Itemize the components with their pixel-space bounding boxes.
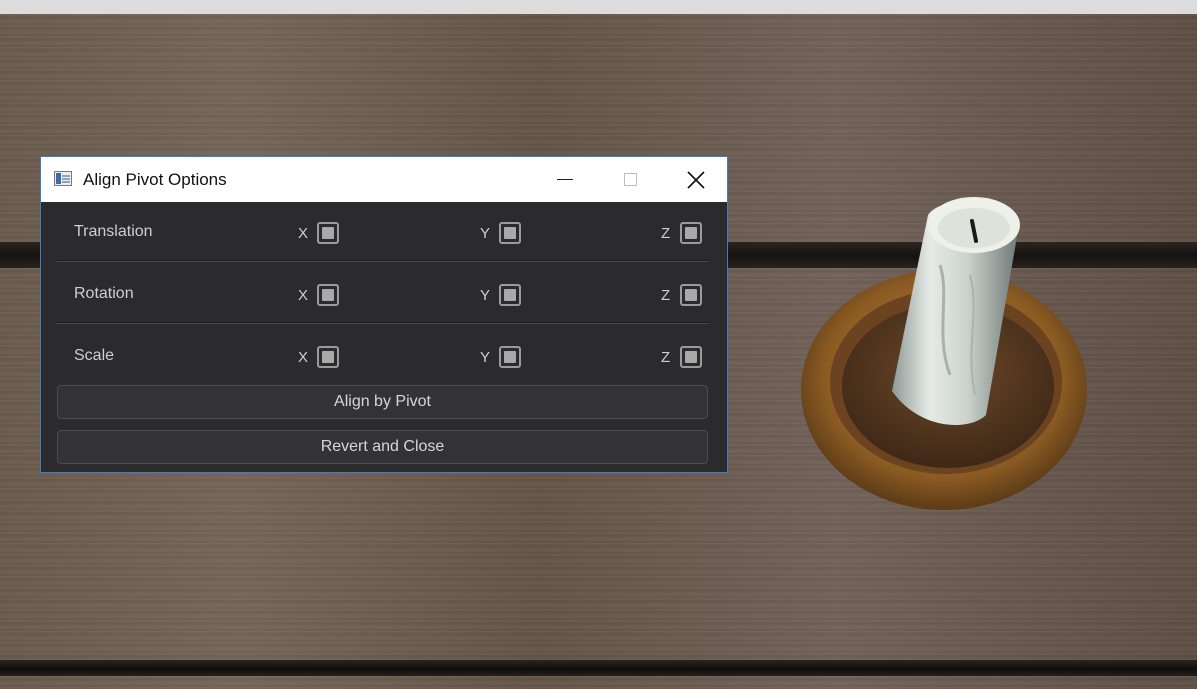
checkbox-fill xyxy=(685,227,697,239)
minimize-icon xyxy=(557,178,573,181)
wood-plank xyxy=(0,676,1197,689)
axis-y-label: Y xyxy=(480,286,491,304)
app-window-icon xyxy=(54,171,72,186)
translation-y-option[interactable]: Y xyxy=(480,222,521,244)
rotation-z-option[interactable]: Z xyxy=(661,284,702,306)
scale-x-option[interactable]: X xyxy=(298,346,339,368)
scale-row: Scale X Y Z xyxy=(41,336,727,376)
scale-x-checkbox[interactable] xyxy=(317,346,339,368)
divider xyxy=(57,260,709,262)
translation-x-option[interactable]: X xyxy=(298,222,339,244)
maximize-button[interactable] xyxy=(607,157,653,202)
viewport-background xyxy=(0,0,1197,14)
axis-z-label: Z xyxy=(661,286,671,304)
dialog-titlebar[interactable]: Align Pivot Options xyxy=(41,157,727,202)
scale-y-checkbox[interactable] xyxy=(499,346,521,368)
scale-z-option[interactable]: Z xyxy=(661,346,702,368)
rotation-y-option[interactable]: Y xyxy=(480,284,521,306)
candle-body xyxy=(892,197,1020,425)
checkbox-fill xyxy=(504,289,516,301)
checkbox-fill xyxy=(504,351,516,363)
axis-y-label: Y xyxy=(480,224,491,242)
axis-x-label: X xyxy=(298,348,309,366)
translation-z-option[interactable]: Z xyxy=(661,222,702,244)
translation-row: Translation X Y Z xyxy=(41,212,727,252)
axis-z-label: Z xyxy=(661,348,671,366)
checkbox-fill xyxy=(322,227,334,239)
close-button[interactable] xyxy=(673,157,719,202)
checkbox-fill xyxy=(322,351,334,363)
maximize-icon xyxy=(623,173,637,186)
axis-x-label: X xyxy=(298,224,309,242)
align-pivot-dialog: Align Pivot Options Translation X Y Z Ro… xyxy=(40,156,728,473)
rotation-x-option[interactable]: X xyxy=(298,284,339,306)
minimize-button[interactable] xyxy=(542,157,588,202)
axis-z-label: Z xyxy=(661,224,671,242)
scale-y-option[interactable]: Y xyxy=(480,346,521,368)
divider xyxy=(57,322,709,324)
translation-label: Translation xyxy=(74,223,153,240)
translation-y-checkbox[interactable] xyxy=(499,222,521,244)
rotation-y-checkbox[interactable] xyxy=(499,284,521,306)
checkbox-fill xyxy=(685,289,697,301)
rotation-label: Rotation xyxy=(74,285,134,302)
scale-label: Scale xyxy=(74,347,115,364)
translation-z-checkbox[interactable] xyxy=(680,222,702,244)
revert-and-close-button[interactable]: Revert and Close xyxy=(57,430,708,464)
dialog-title: Align Pivot Options xyxy=(83,170,227,189)
axis-x-label: X xyxy=(298,286,309,304)
rotation-x-checkbox[interactable] xyxy=(317,284,339,306)
rotation-z-checkbox[interactable] xyxy=(680,284,702,306)
align-by-pivot-button[interactable]: Align by Pivot xyxy=(57,385,708,419)
rotation-row: Rotation X Y Z xyxy=(41,274,727,314)
axis-y-label: Y xyxy=(480,348,491,366)
checkbox-fill xyxy=(504,227,516,239)
translation-x-checkbox[interactable] xyxy=(317,222,339,244)
close-icon xyxy=(687,170,705,189)
scale-z-checkbox[interactable] xyxy=(680,346,702,368)
checkbox-fill xyxy=(685,351,697,363)
checkbox-fill xyxy=(322,289,334,301)
